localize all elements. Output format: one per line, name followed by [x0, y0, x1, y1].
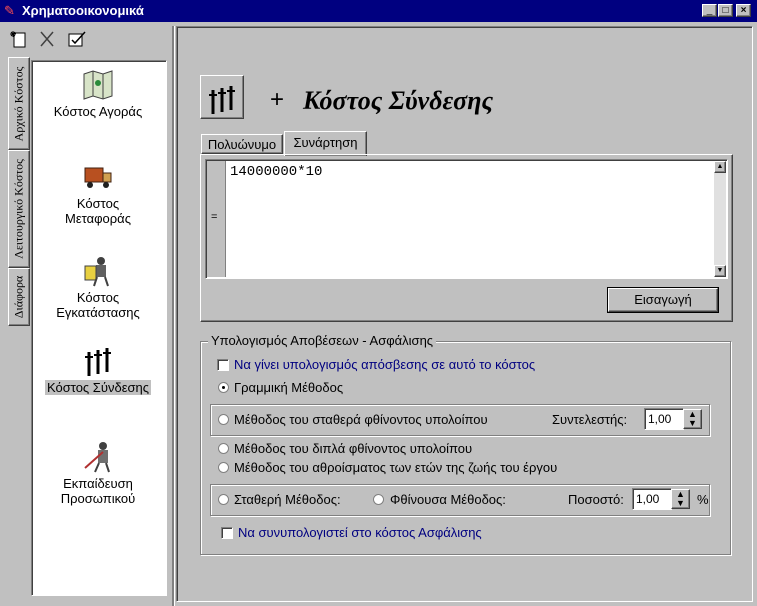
declining-radio[interactable]	[218, 414, 229, 425]
maximize-button[interactable]: □	[718, 4, 733, 17]
truck-icon	[84, 167, 112, 188]
coefficient-label: Συντελεστής:	[552, 412, 628, 427]
close-button[interactable]: ×	[736, 4, 751, 17]
percent-spinner-icon[interactable]: ▲ ▼	[671, 489, 690, 509]
nav-item-transport-cost[interactable]: Κόστος Μεταφοράς	[34, 160, 162, 226]
teacher-icon	[84, 442, 110, 473]
nav-item-connection-cost[interactable]: Κόστος Σύνδεσης	[34, 344, 162, 395]
window-title: Χρηματοοικονομικά	[22, 3, 144, 18]
minimize-button[interactable]: _	[702, 4, 717, 17]
nav-item-purchase-cost[interactable]: Κόστος Αγοράς	[34, 68, 162, 119]
delete-icon[interactable]	[36, 29, 58, 51]
formula-text[interactable]: 14000000*10	[230, 164, 322, 180]
nav-label: Κόστος Μεταφοράς	[65, 196, 131, 226]
header-icon-box	[200, 75, 244, 119]
nav-list[interactable]	[31, 60, 167, 596]
tab-initial-cost-label: Αρχικό Κόστος	[11, 66, 26, 141]
formula-scrollbar[interactable]: ▲ ▼	[714, 161, 726, 277]
scroll-down-icon[interactable]: ▼	[714, 265, 726, 277]
new-doc-icon[interactable]	[8, 29, 30, 51]
connection-icon	[209, 86, 235, 114]
map-icon	[83, 70, 113, 100]
tab-function-label: Συνάρτηση	[293, 135, 358, 150]
header-plus: +	[270, 86, 285, 113]
double-declining-radio[interactable]	[218, 443, 229, 454]
nav-item-installation-cost[interactable]: Κόστος Εγκατάστασης	[34, 254, 162, 320]
decreasing-label[interactable]: Φθίνουσα Μέθοδος:	[390, 492, 506, 507]
equals-sign: =	[211, 211, 218, 223]
depreciation-group-label: Υπολογισμός Αποβέσεων - Ασφάλισης	[208, 333, 437, 348]
page-title: Κόστος Σύνδεσης	[303, 86, 494, 115]
linear-label[interactable]: Γραμμική Μέθοδος	[234, 380, 343, 395]
tab-function[interactable]: Συνάρτηση	[284, 131, 367, 156]
percent-sign: %	[697, 492, 709, 507]
double-declining-label[interactable]: Μέθοδος του διπλά φθίνοντος υπολοίπου	[234, 441, 472, 456]
edit-icon[interactable]	[66, 29, 88, 51]
app-icon: ✎	[4, 3, 15, 18]
tab-misc-label: Διάφορα	[11, 275, 26, 319]
tab-polynomial[interactable]: Πολυώνυμο	[201, 134, 283, 154]
title-bar[interactable]: ✎ Χρηματοοικονομικά _ □ ×	[0, 0, 757, 22]
tab-operating-cost[interactable]: Λειτουργικό Κόστος	[8, 150, 30, 268]
coefficient-input[interactable]: 1,00	[644, 408, 684, 430]
nav-item-staff-training[interactable]: Εκπαίδευση Προσωπικού	[34, 440, 162, 506]
linear-radio[interactable]	[218, 382, 229, 393]
nav-label: Κόστος Αγοράς	[53, 104, 143, 119]
sum-years-label[interactable]: Μέθοδος του αθροίσματος των ετών της ζωή…	[234, 460, 557, 475]
left-panel-divider	[172, 26, 175, 606]
fixed-label[interactable]: Σταθερή Μέθοδος:	[234, 492, 341, 507]
tab-operating-cost-label: Λειτουργικό Κόστος	[11, 159, 26, 259]
scroll-up-icon[interactable]: ▲	[714, 161, 726, 173]
worker-icon	[84, 257, 109, 287]
calc-depreciation-label[interactable]: Να γίνει υπολογισμός απόσβεσης σε αυτό τ…	[234, 357, 535, 372]
nav-label: Κόστος Σύνδεσης	[44, 380, 152, 395]
insurance-checkbox[interactable]	[221, 527, 233, 539]
insert-button[interactable]: Εισαγωγή	[607, 287, 719, 313]
insurance-label[interactable]: Να συνυπολογιστεί στο κόστος Ασφάλισης	[238, 525, 482, 540]
coefficient-spinner-icon[interactable]: ▲ ▼	[683, 409, 702, 429]
tab-misc[interactable]: Διάφορα	[8, 268, 30, 326]
decreasing-radio[interactable]	[373, 494, 384, 505]
nav-label: Κόστος Εγκατάστασης	[56, 290, 140, 320]
percent-input[interactable]: 1,00	[632, 488, 672, 510]
tab-initial-cost[interactable]: Αρχικό Κόστος	[8, 57, 30, 150]
percent-label: Ποσοστό:	[568, 492, 624, 507]
calc-depreciation-checkbox[interactable]	[217, 359, 229, 371]
declining-label[interactable]: Μέθοδος του σταθερά φθίνοντος υπολοίπου	[234, 412, 488, 427]
tab-polynomial-label: Πολυώνυμο	[207, 137, 277, 152]
fixed-radio[interactable]	[218, 494, 229, 505]
connection-icon	[85, 348, 111, 376]
sum-years-radio[interactable]	[218, 462, 229, 473]
nav-label: Εκπαίδευση Προσωπικού	[60, 476, 136, 506]
